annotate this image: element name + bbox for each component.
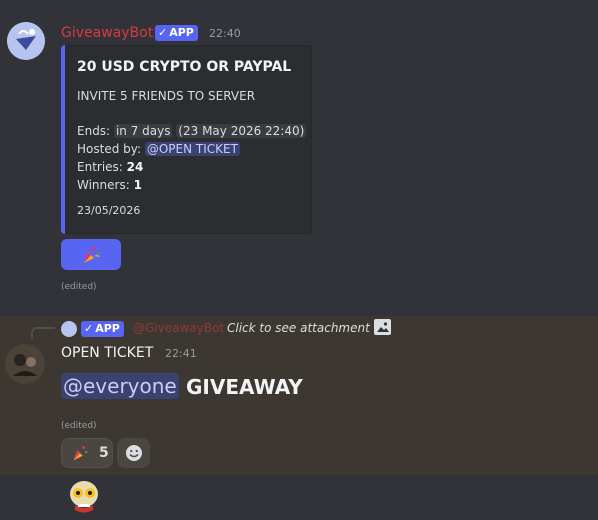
giveawaybot-avatar[interactable]	[7, 22, 45, 60]
reply-preview-text[interactable]: Click to see attachment	[227, 321, 370, 335]
reply-app-badge: ✓ APP	[81, 321, 124, 337]
host-mention[interactable]: @OPEN TICKET	[144, 142, 240, 156]
edited-label: (edited)	[61, 421, 97, 431]
embed-accent-bar	[61, 45, 65, 234]
reply-author[interactable]: @GiveawayBot	[133, 321, 224, 335]
ends-absolute-time[interactable]: (23 May 2026 22:40)	[176, 124, 307, 138]
embed-ends-line: Ends: in 7 days (23 May 2026 22:40)	[77, 124, 307, 138]
reaction-party-popper[interactable]: 5	[61, 438, 113, 468]
entries-count: 24	[126, 160, 144, 174]
message-content: GIVEAWAY	[186, 375, 303, 399]
everyone-mention[interactable]: @everyone	[61, 373, 179, 399]
smiley-icon	[125, 445, 142, 461]
embed-winners-line: Winners: 1	[77, 178, 142, 192]
user-avatar-image	[5, 344, 45, 384]
add-reaction-button[interactable]	[117, 438, 150, 468]
message-timestamp[interactable]: 22:41	[165, 347, 197, 360]
image-glyph	[375, 320, 390, 334]
winners-count: 1	[133, 178, 142, 192]
enter-giveaway-button[interactable]	[61, 239, 121, 270]
embed-footer: 23/05/2026	[77, 204, 141, 217]
reaction-count: 5	[99, 445, 109, 461]
skull-sticker[interactable]	[64, 476, 104, 516]
cartoon-skull-icon	[70, 481, 98, 513]
reply-spine	[31, 327, 55, 339]
app-badge: ✓ APP	[155, 25, 198, 41]
message-author[interactable]: OPEN TICKET	[61, 345, 153, 361]
party-popper-icon	[73, 446, 88, 461]
embed-title: 20 USD CRYPTO OR PAYPAL	[77, 59, 292, 75]
ends-relative-time[interactable]: in 7 days	[113, 124, 173, 138]
image-icon[interactable]	[374, 319, 391, 335]
checkmark-icon: ✓	[84, 322, 94, 335]
checkmark-icon: ✓	[158, 26, 168, 39]
open-ticket-avatar[interactable]	[5, 344, 45, 384]
embed-description: INVITE 5 FRIENDS TO SERVER	[77, 89, 256, 103]
embed-hosted-line: Hosted by: @OPEN TICKET	[77, 142, 240, 156]
edited-label: (edited)	[61, 282, 97, 292]
party-popper-icon	[84, 247, 100, 263]
reply-avatar[interactable]	[61, 321, 77, 337]
embed-entries-line: Entries: 24	[77, 160, 144, 174]
message-timestamp[interactable]: 22:40	[209, 27, 241, 40]
message-author[interactable]: GiveawayBot	[61, 25, 153, 41]
gift-bot-icon	[7, 22, 45, 60]
